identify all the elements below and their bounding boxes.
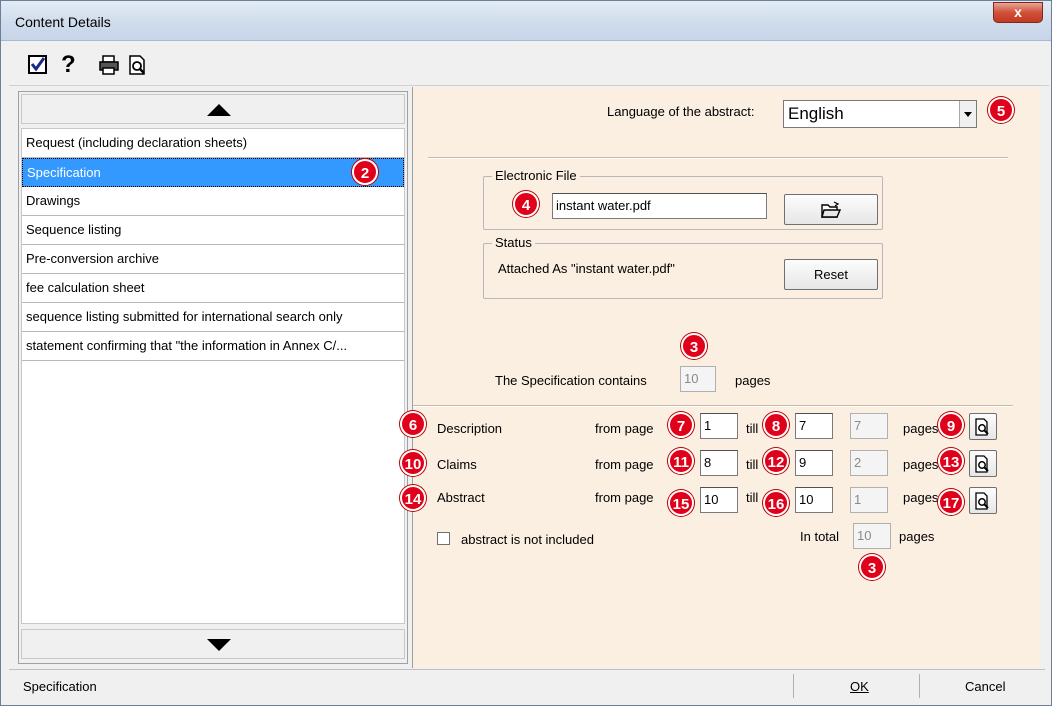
description-label: Description bbox=[437, 421, 503, 436]
badge-9: 9 bbox=[938, 412, 964, 438]
badge-4: 4 bbox=[513, 191, 539, 217]
divider bbox=[428, 157, 1008, 159]
list-item-pre-conversion-archive[interactable]: Pre-conversion archive bbox=[22, 245, 404, 274]
abstract-pages-label: pages bbox=[903, 490, 939, 505]
list-item-specification[interactable]: Specification bbox=[22, 158, 404, 187]
badge-14: 14 bbox=[400, 485, 426, 511]
electronic-file-title: Electronic File bbox=[492, 168, 580, 183]
list-item-fee-calculation-sheet[interactable]: fee calculation sheet bbox=[22, 274, 404, 303]
badge-7: 7 bbox=[668, 412, 694, 438]
badge-10: 10 bbox=[400, 450, 426, 476]
down-arrow-icon bbox=[207, 639, 231, 651]
title-bar[interactable]: Content Details x bbox=[1, 1, 1051, 41]
ok-button[interactable]: OK bbox=[850, 679, 869, 694]
description-till-input[interactable]: 7 bbox=[795, 413, 833, 439]
checkbox-icon[interactable] bbox=[27, 54, 51, 78]
abstract-not-included-checkbox[interactable] bbox=[437, 532, 450, 545]
badge-3-top: 3 bbox=[681, 333, 707, 359]
spec-pages-label: pages bbox=[735, 373, 771, 388]
list-item-statement-annex-c[interactable]: statement confirming that "the informati… bbox=[22, 332, 404, 361]
list-item-sequence-listing[interactable]: Sequence listing bbox=[22, 216, 404, 245]
document-list[interactable]: Request (including declaration sheets) S… bbox=[21, 128, 405, 624]
help-icon[interactable]: ? bbox=[61, 53, 85, 78]
print-icon[interactable] bbox=[98, 54, 122, 78]
claims-from-input[interactable]: 8 bbox=[700, 450, 738, 476]
status-title: Status bbox=[492, 235, 535, 250]
badge-3-bottom: 3 bbox=[859, 554, 885, 580]
browse-button[interactable] bbox=[784, 194, 878, 225]
badge-17: 17 bbox=[938, 489, 964, 515]
language-select[interactable]: English bbox=[783, 100, 977, 128]
cancel-button[interactable]: Cancel bbox=[965, 679, 1005, 694]
description-pages-field: 7 bbox=[850, 413, 888, 439]
divider bbox=[919, 674, 920, 698]
divider bbox=[793, 674, 794, 698]
abstract-till-label: till bbox=[746, 490, 759, 505]
content-details-window: Content Details x ? Request (including d… bbox=[0, 0, 1052, 706]
claims-pages-field: 2 bbox=[850, 450, 888, 476]
list-item-request[interactable]: Request (including declaration sheets) bbox=[22, 129, 404, 158]
abstract-preview-button[interactable] bbox=[969, 487, 997, 514]
abstract-pages-field: 1 bbox=[850, 487, 888, 513]
toolbar: ? bbox=[9, 42, 1049, 86]
badge-13: 13 bbox=[938, 448, 964, 474]
badge-8: 8 bbox=[763, 412, 789, 438]
scroll-down-button[interactable] bbox=[21, 629, 405, 659]
badge-5: 5 bbox=[988, 97, 1014, 123]
print-preview-icon bbox=[975, 455, 989, 473]
divider bbox=[413, 405, 1013, 407]
description-from-input[interactable]: 1 bbox=[700, 413, 738, 439]
spec-pages-field: 10 bbox=[680, 366, 716, 392]
up-arrow-icon bbox=[207, 104, 231, 116]
badge-12: 12 bbox=[763, 448, 789, 474]
total-pages-field: 10 bbox=[853, 523, 891, 549]
total-pages-label: pages bbox=[899, 529, 935, 544]
window-title: Content Details bbox=[15, 14, 111, 30]
badge-11: 11 bbox=[668, 448, 694, 474]
description-from-label: from page bbox=[595, 421, 654, 436]
abstract-from-input[interactable]: 10 bbox=[700, 487, 738, 513]
badge-15: 15 bbox=[668, 490, 694, 516]
print-preview-icon bbox=[975, 418, 989, 436]
spec-contains-label: The Specification contains bbox=[495, 373, 647, 388]
print-preview-icon bbox=[975, 492, 989, 510]
badge-2: 2 bbox=[352, 159, 378, 185]
language-label: Language of the abstract: bbox=[607, 104, 755, 119]
claims-preview-button[interactable] bbox=[969, 450, 997, 477]
description-pages-label: pages bbox=[903, 421, 939, 436]
status-bar: Specification OK Cancel bbox=[9, 669, 1045, 701]
language-value: English bbox=[788, 104, 844, 123]
document-list-panel: Request (including declaration sheets) S… bbox=[18, 91, 408, 664]
abstract-from-label: from page bbox=[595, 490, 654, 505]
badge-16: 16 bbox=[763, 490, 789, 516]
claims-from-label: from page bbox=[595, 457, 654, 472]
claims-label: Claims bbox=[437, 457, 477, 472]
abstract-label: Abstract bbox=[437, 490, 485, 505]
abstract-till-input[interactable]: 10 bbox=[795, 487, 833, 513]
abstract-not-included-label: abstract is not included bbox=[461, 532, 594, 547]
electronic-file-input[interactable]: instant water.pdf bbox=[552, 193, 767, 219]
details-panel: Language of the abstract: English 5 Elec… bbox=[400, 87, 1040, 668]
close-icon[interactable]: x bbox=[1014, 4, 1022, 20]
status-bar-text: Specification bbox=[23, 679, 97, 694]
description-preview-button[interactable] bbox=[969, 413, 997, 440]
claims-till-label: till bbox=[746, 457, 759, 472]
claims-till-input[interactable]: 9 bbox=[795, 450, 833, 476]
open-folder-icon bbox=[821, 201, 842, 218]
badge-6: 6 bbox=[400, 411, 426, 437]
scroll-up-button[interactable] bbox=[21, 94, 405, 124]
close-button[interactable]: x bbox=[993, 2, 1043, 23]
description-till-label: till bbox=[746, 421, 759, 436]
print-preview-icon[interactable] bbox=[127, 54, 151, 78]
reset-button[interactable]: Reset bbox=[784, 259, 878, 290]
list-item-sequence-listing-international[interactable]: sequence listing submitted for internati… bbox=[22, 303, 404, 332]
list-item-drawings[interactable]: Drawings bbox=[22, 187, 404, 216]
chevron-down-icon[interactable] bbox=[959, 101, 976, 127]
claims-pages-label: pages bbox=[903, 457, 939, 472]
total-label: In total bbox=[800, 529, 840, 544]
status-text: Attached As "instant water.pdf" bbox=[498, 261, 675, 276]
